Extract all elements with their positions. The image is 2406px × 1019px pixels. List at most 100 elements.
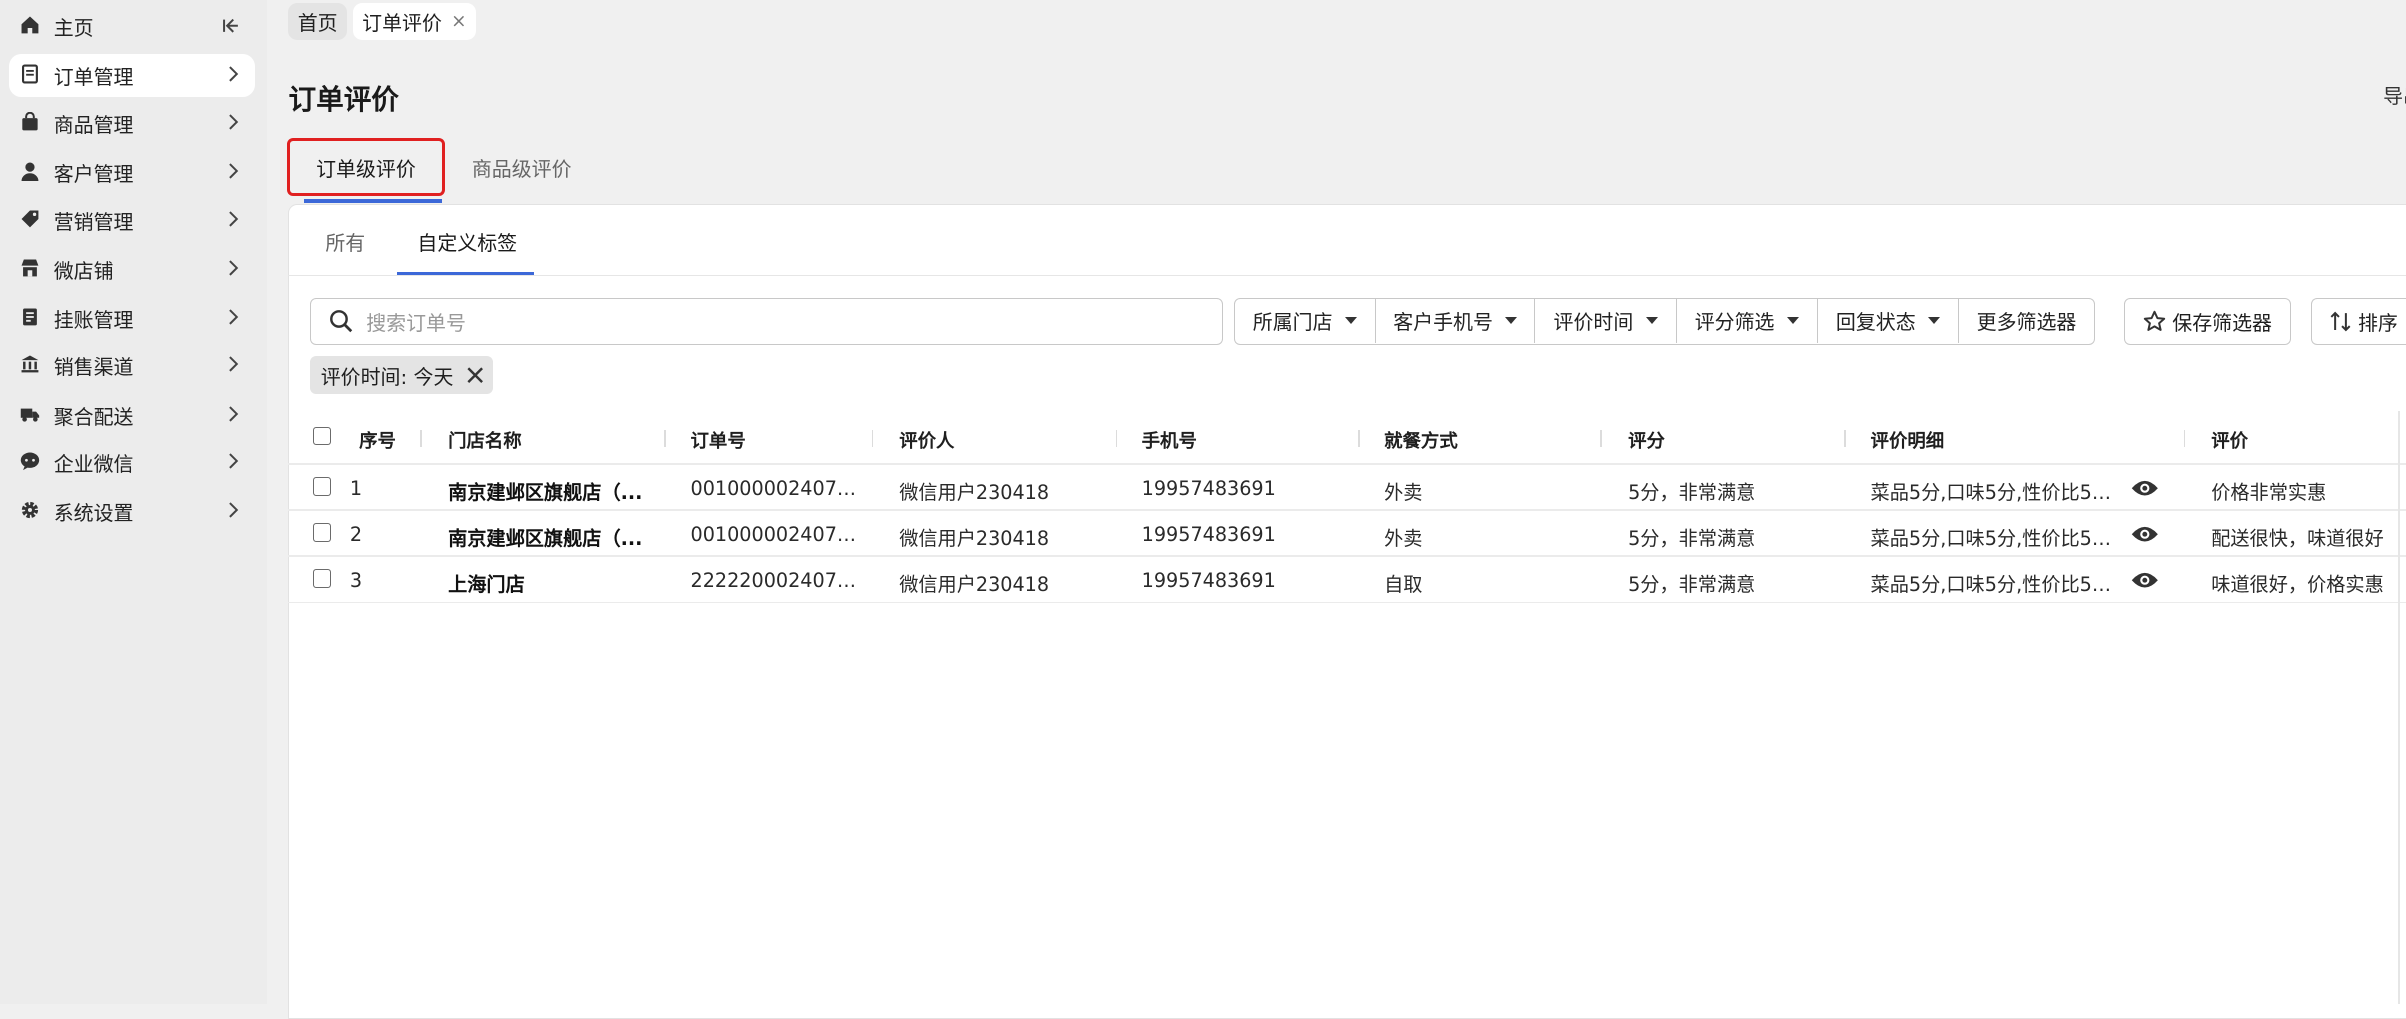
export-button[interactable]: 导出 — [2383, 80, 2406, 109]
sidebar-item-label: 商品管理 — [53, 112, 134, 137]
chat-bubble-icon — [20, 451, 40, 471]
sidebar-item-wecom[interactable]: 企业微信 — [9, 440, 255, 483]
sidebar-item-products[interactable]: 商品管理 — [9, 101, 255, 144]
chevron-right-icon — [223, 404, 243, 424]
sidebar-item-label: 企业微信 — [53, 452, 134, 477]
column-header[interactable]: 手机号 — [1142, 427, 1197, 453]
chip-label: 评价时间: 今天 — [320, 364, 454, 389]
tab-product-level-review[interactable]: 商品级评价 — [460, 138, 583, 196]
home-icon — [20, 15, 40, 35]
caret-down-icon — [1927, 317, 1940, 324]
sidebar-item-label: 订单管理 — [53, 65, 134, 90]
cell-review: 价格非常实惠 — [2211, 481, 2327, 505]
sidebar-item-delivery[interactable]: 聚合配送 — [9, 393, 255, 436]
view-eye-icon[interactable] — [2131, 525, 2159, 543]
close-icon[interactable]: × — [451, 11, 466, 32]
filter-label: 所属门店 — [1252, 310, 1333, 335]
row-divider — [288, 601, 2406, 604]
filter-label: 评价时间 — [1553, 310, 1634, 335]
cell-reviewer: 微信用户230418 — [899, 481, 1050, 505]
chevron-right-icon — [223, 451, 243, 471]
column-separator — [1115, 429, 1118, 447]
more-filters-button[interactable]: 更多筛选器 — [1959, 299, 2094, 344]
remove-filter-icon[interactable] — [466, 366, 484, 384]
sub-tab-custom-tags[interactable]: 自定义标签 — [417, 227, 517, 256]
cell-order-no[interactable]: 22222000240710... — [691, 569, 857, 592]
row-checkbox[interactable] — [313, 523, 332, 542]
view-eye-icon[interactable] — [2131, 479, 2159, 497]
save-filter-label: 保存筛选器 — [2172, 310, 2272, 335]
column-header[interactable]: 评价人 — [899, 427, 954, 453]
filter-label: 客户手机号 — [1393, 310, 1493, 335]
active-filter-chip: 评价时间: 今天 — [309, 356, 494, 395]
cell-store: 南京建邺区旗舰店（... — [448, 481, 643, 505]
cell-reviewer: 微信用户230418 — [899, 527, 1050, 551]
save-filter-button[interactable]: 保存筛选器 — [2123, 297, 2291, 346]
filter-reply-dropdown[interactable]: 回复状态 — [1818, 298, 1959, 344]
page-tab-order-review[interactable]: 订单评价 × — [352, 3, 476, 40]
sidebar-item-label: 营销管理 — [53, 209, 134, 234]
cell-store: 南京建邺区旗舰店（... — [448, 527, 643, 551]
star-icon — [2143, 310, 2166, 331]
cell-order-no[interactable]: 00100000240710... — [691, 477, 857, 500]
filter-store-dropdown[interactable]: 所属门店 — [1235, 298, 1376, 344]
page-tab-home[interactable]: 首页 — [288, 3, 347, 40]
sidebar: 主页 订单管理 商品管理 客户管理 营销管理 微店铺 挂账管理 销售渠道 聚合配… — [0, 0, 267, 1004]
column-separator — [871, 429, 874, 447]
page-title: 订单评价 — [288, 82, 399, 116]
column-header[interactable]: 门店名称 — [448, 427, 522, 453]
chevron-right-icon — [223, 64, 243, 84]
cell-detail: 菜品5分,口味5分,性价比5分... — [1870, 573, 2117, 597]
view-eye-icon[interactable] — [2131, 571, 2159, 589]
cell-no: 3 — [349, 569, 363, 593]
column-header[interactable]: 评价明细 — [1871, 427, 1945, 453]
order-search-box[interactable] — [309, 297, 1223, 346]
sidebar-item-credit[interactable]: 挂账管理 — [9, 296, 255, 339]
cell-detail: 菜品5分,口味5分,性价比5分... — [1870, 481, 2117, 505]
tab-order-level-review[interactable]: 订单级评价 — [286, 138, 445, 197]
cell-review: 味道很好，价格实惠 — [2211, 573, 2384, 597]
collapse-sidebar-icon[interactable] — [221, 15, 242, 36]
cell-dining: 自取 — [1384, 573, 1423, 597]
cell-order-no[interactable]: 00100000240710... — [691, 523, 857, 546]
filter-label: 更多筛选器 — [1976, 310, 2077, 335]
filter-time-dropdown[interactable]: 评价时间 — [1535, 298, 1677, 344]
sort-button[interactable]: 排序 — [2310, 297, 2406, 346]
cell-score: 5分，非常满意 — [1628, 573, 1756, 597]
column-header[interactable]: 序号 — [359, 427, 396, 453]
sidebar-item-sales-channels[interactable]: 销售渠道 — [9, 344, 255, 387]
filter-score-dropdown[interactable]: 评分筛选 — [1677, 298, 1818, 344]
filter-phone-dropdown[interactable]: 客户手机号 — [1376, 298, 1536, 344]
select-all-checkbox[interactable] — [313, 426, 332, 445]
search-icon — [329, 309, 354, 334]
table-scroll-edge — [2398, 411, 2400, 1004]
cell-no: 2 — [349, 523, 363, 547]
column-header[interactable]: 订单号 — [691, 427, 746, 453]
column-separator — [664, 429, 666, 447]
sidebar-item-marketing[interactable]: 营销管理 — [9, 198, 255, 241]
chevron-right-icon — [223, 307, 243, 327]
cell-phone: 19957483691 — [1141, 569, 1276, 593]
sidebar-item-settings[interactable]: 系统设置 — [9, 490, 255, 533]
cell-score: 5分，非常满意 — [1628, 481, 1756, 505]
column-header[interactable]: 评分 — [1628, 427, 1665, 453]
sidebar-item-home[interactable]: 主页 — [9, 5, 255, 48]
cell-reviewer: 微信用户230418 — [899, 573, 1050, 597]
row-checkbox[interactable] — [313, 477, 332, 496]
sidebar-item-orders[interactable]: 订单管理 — [9, 53, 255, 97]
search-input[interactable] — [363, 306, 1198, 341]
sidebar-item-label: 主页 — [53, 16, 94, 41]
chevron-right-icon — [223, 354, 243, 374]
sidebar-item-customers[interactable]: 客户管理 — [9, 150, 255, 193]
chevron-right-icon — [223, 258, 243, 278]
product-bag-icon — [20, 112, 40, 132]
column-header[interactable]: 就餐方式 — [1384, 427, 1458, 453]
sub-tab-all[interactable]: 所有 — [325, 227, 365, 256]
column-header[interactable]: 评价 — [2211, 427, 2248, 453]
cell-score: 5分，非常满意 — [1628, 527, 1756, 551]
column-separator — [1844, 429, 1846, 447]
row-checkbox[interactable] — [313, 569, 332, 588]
chevron-right-icon — [223, 500, 243, 520]
bank-icon — [20, 354, 40, 374]
sidebar-item-micro-store[interactable]: 微店铺 — [9, 247, 255, 290]
